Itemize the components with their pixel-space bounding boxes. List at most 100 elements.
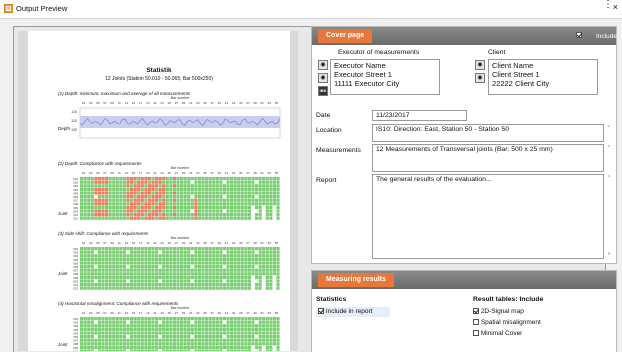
grid-cell (101, 198, 105, 202)
grid-cell (119, 184, 123, 188)
grid-cell (276, 187, 280, 191)
grid-cell (262, 331, 266, 335)
grid-cell (208, 275, 212, 279)
include-in-report-checkbox[interactable] (318, 308, 324, 315)
client-address-field[interactable]: Client Name Client Street 1 22222 Client… (488, 59, 598, 95)
grid-cell (194, 198, 198, 202)
executor-address-book-button[interactable]: ◉ (318, 60, 328, 70)
signal-map-option[interactable]: 2D-Signal map (473, 308, 524, 315)
grid-cell (176, 338, 180, 342)
date-field[interactable]: 11/23/2017 (372, 110, 467, 121)
executor-contact-button[interactable]: ◉ (318, 73, 328, 83)
bar-number-tick: 51 (260, 171, 264, 175)
grid-cell (140, 247, 144, 251)
grid-cell (158, 261, 162, 265)
location-field[interactable]: IS10: Direction: East, Station 50 - Stat… (372, 124, 604, 142)
include-in-report-option[interactable]: Include in report (316, 307, 390, 317)
report-label: Report (316, 177, 337, 184)
report-scroll-down-icon[interactable]: v (606, 251, 612, 257)
grid-cell (190, 345, 194, 349)
executor-label: Executor of measurements (338, 49, 420, 56)
grid-cell (83, 265, 87, 269)
grid-cell (255, 202, 259, 206)
grid-cell (255, 177, 259, 181)
grid-cell (155, 177, 159, 181)
grid-cell (97, 268, 102, 272)
grid-cell (197, 257, 202, 261)
grid-cell (115, 261, 119, 265)
grid-cell (94, 342, 98, 346)
grid-cell (119, 187, 123, 191)
client-contact-button[interactable]: ◉ (475, 73, 485, 83)
grid-cell (137, 202, 141, 206)
grid-cell (183, 268, 187, 272)
grid-cell (165, 327, 169, 331)
grid-cell (169, 320, 173, 324)
grid-cell (147, 317, 152, 321)
grid-cell (219, 254, 223, 258)
spatial-misalignment-label: Spatial misalignment (480, 319, 541, 326)
minimal-cover-checkbox[interactable] (473, 330, 479, 337)
grid-cell (155, 254, 159, 258)
grid-cell (251, 177, 255, 181)
grid-cell (165, 279, 169, 283)
grid-cell (187, 247, 191, 251)
grid-cell (230, 275, 234, 279)
executor-address-field[interactable]: Executor Name Executor Street 1 11111 Ex… (330, 59, 440, 95)
minimal-cover-option[interactable]: Minimal Cover (473, 330, 522, 337)
grid-cell (265, 213, 269, 217)
cover-page-tab[interactable]: Cover page (318, 29, 373, 43)
grid-cell (262, 272, 266, 276)
grid-cell (276, 342, 280, 346)
grid-cell (115, 184, 119, 188)
grid-cell (265, 195, 269, 199)
grid-cell (183, 279, 187, 283)
include-check-icon[interactable] (576, 32, 582, 39)
grid-cell (187, 184, 191, 188)
grid-cell (272, 261, 277, 265)
grid-cell (190, 327, 194, 331)
grid-cell (133, 198, 137, 202)
grid-cell (222, 247, 227, 251)
report-preview[interactable]: Statistik 12 Joints (Station 50.010 - 50… (18, 31, 298, 351)
grid-cell (115, 187, 119, 191)
grid-cell (201, 202, 205, 206)
report-field[interactable]: The general results of the evaluation... (372, 174, 604, 259)
spatial-misalignment-option[interactable]: Spatial misalignment (473, 319, 541, 326)
grid-cell (226, 261, 230, 265)
grid-cell (97, 191, 102, 195)
grid-cell (147, 180, 152, 184)
client-address-book-button[interactable]: ◉ (475, 60, 485, 70)
measurements-scroll-icon[interactable]: ^ (606, 145, 612, 151)
close-icon[interactable]: × (613, 2, 618, 12)
grid-cell (133, 180, 137, 184)
spatial-misalignment-checkbox[interactable] (473, 319, 479, 326)
bar-number-tick: 45 (239, 241, 243, 245)
measuring-results-tab[interactable]: Measuring results (318, 273, 394, 287)
measurements-field[interactable]: 12 Measurements of Transversal joints (B… (372, 144, 604, 172)
signal-map-checkbox[interactable] (473, 308, 479, 315)
grid-cell (219, 187, 223, 191)
grid-cell (208, 209, 212, 213)
location-scroll-icon[interactable]: ^ (606, 125, 612, 131)
grid-cell (90, 272, 94, 276)
grid-cell (151, 335, 155, 339)
bar-number-tick: 11 (118, 171, 121, 175)
grid-cell (108, 265, 112, 269)
grid-cell (237, 335, 241, 339)
grid-cell (162, 191, 166, 195)
grid-cell (194, 327, 198, 331)
grid-cell (115, 177, 119, 181)
grid-cell (155, 324, 159, 328)
more-icon[interactable]: ⋮ (603, 0, 613, 10)
grid-cell (230, 342, 234, 346)
grid-cell (147, 327, 152, 331)
grid-cell (133, 216, 137, 220)
grid-cell (83, 213, 87, 217)
grid-cell (133, 261, 137, 265)
grid-cell (90, 177, 94, 181)
report-scroll-up-icon[interactable]: ^ (606, 175, 612, 181)
grid-cell (101, 247, 105, 251)
grid-cell (83, 331, 87, 335)
include-checkbox[interactable] (576, 32, 582, 39)
